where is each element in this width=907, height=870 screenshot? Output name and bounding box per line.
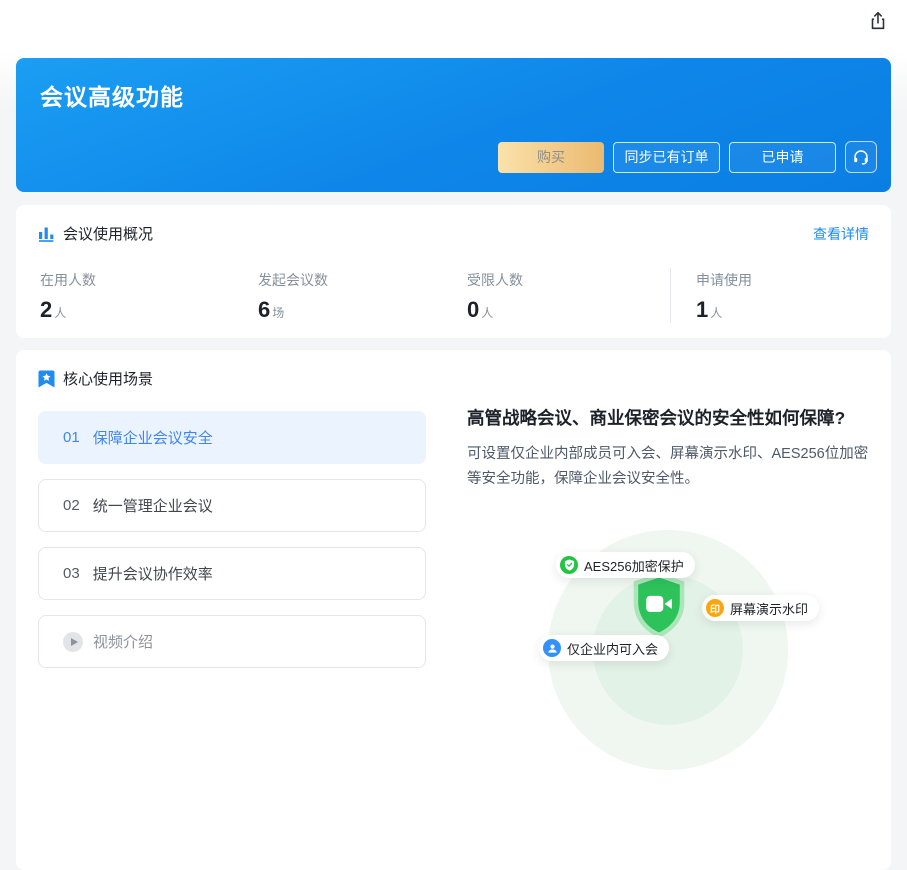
scenario-item-label: 保障企业会议安全 (93, 427, 213, 448)
scenario-list: 01 保障企业会议安全 02 统一管理企业会议 03 提升会议协作效率 视频介绍 (38, 411, 426, 683)
scenarios-card-header: 核心使用场景 (38, 368, 153, 389)
core-scenarios-card: 核心使用场景 01 保障企业会议安全 02 统一管理企业会议 03 提升会议协作… (16, 350, 891, 870)
usage-card-title: 会议使用概况 (63, 223, 153, 244)
badge-aes256: AES256加密保护 (556, 552, 695, 578)
stat-meetings-started: 发起会议数 6场 (258, 268, 467, 323)
stat-value: 2 (40, 297, 52, 322)
play-icon (63, 632, 83, 652)
scenario-question-heading: 高管战略会议、商业保密会议的安全性如何保障? (467, 405, 877, 430)
page: 会议高级功能 ¥40/人/年 购买 同步已有订单 已申请 (0, 0, 907, 681)
stat-label: 在用人数 (40, 270, 258, 290)
stat-label: 受限人数 (467, 270, 670, 290)
usage-card-header: 会议使用概况 (38, 223, 153, 244)
badge-label: 屏幕演示水印 (730, 599, 808, 618)
stat-unit: 场 (272, 306, 284, 320)
scenario-item-label: 统一管理企业会议 (93, 495, 213, 516)
video-intro-item[interactable]: 视频介绍 (38, 615, 426, 668)
share-button[interactable] (866, 10, 890, 34)
shield-check-icon (560, 556, 578, 574)
sync-orders-button[interactable]: 同步已有订单 (613, 142, 720, 173)
stat-value: 6 (258, 297, 270, 322)
stat-label: 发起会议数 (258, 270, 467, 290)
badge-watermark: 印 屏幕演示水印 (702, 595, 819, 621)
buy-button[interactable]: 购买 (498, 142, 604, 173)
bar-chart-icon (38, 225, 55, 242)
stat-active-users: 在用人数 2人 (40, 268, 258, 323)
scenario-answer-text: 可设置仅企业内部成员可入会、屏幕演示水印、AES256位加密等安全功能，保障企业… (467, 442, 875, 492)
stat-label: 申请使用 (696, 270, 870, 290)
scenario-item-number: 03 (63, 565, 80, 582)
hero-card: 会议高级功能 ¥40/人/年 购买 同步已有订单 已申请 (16, 58, 891, 192)
shield-camera-icon (627, 571, 691, 641)
stat-applied-users: 申请使用 1人 (670, 268, 870, 323)
security-shield-illustration (627, 571, 691, 641)
video-intro-label: 视频介绍 (93, 631, 153, 652)
top-bar (0, 0, 907, 45)
badge-label: 仅企业内可入会 (567, 639, 658, 658)
usage-stats: 在用人数 2人 发起会议数 6场 受限人数 0人 申请使用 1人 (40, 268, 870, 323)
usage-overview-card: 会议使用概况 查看详情 在用人数 2人 发起会议数 6场 受限人数 0人 申请使… (16, 205, 891, 338)
stat-restricted-users: 受限人数 0人 (467, 268, 670, 323)
stat-unit: 人 (710, 306, 722, 320)
applied-button[interactable]: 已申请 (729, 142, 836, 173)
stat-unit: 人 (481, 306, 493, 320)
badge-label: AES256加密保护 (584, 556, 684, 575)
scenarios-card-title: 核心使用场景 (63, 368, 153, 389)
badge-internal-only: 仅企业内可入会 (539, 635, 669, 661)
stat-value: 1 (696, 297, 708, 322)
support-button[interactable] (845, 141, 877, 173)
scenario-item-label: 提升会议协作效率 (93, 563, 213, 584)
scenario-item-management[interactable]: 02 统一管理企业会议 (38, 479, 426, 532)
page-title: 会议高级功能 (40, 78, 184, 112)
scenario-item-number: 02 (63, 497, 80, 514)
person-icon (543, 639, 561, 657)
scenario-item-efficiency[interactable]: 03 提升会议协作效率 (38, 547, 426, 600)
headset-icon (852, 148, 870, 166)
scenario-item-number: 01 (63, 429, 80, 446)
scenario-item-security[interactable]: 01 保障企业会议安全 (38, 411, 426, 464)
stamp-icon: 印 (706, 599, 724, 617)
share-icon (867, 10, 889, 32)
stat-value: 0 (467, 297, 479, 322)
stat-unit: 人 (54, 306, 66, 320)
hero-actions: 购买 同步已有订单 已申请 (498, 141, 877, 173)
bookmark-star-icon (38, 370, 55, 388)
view-details-link[interactable]: 查看详情 (813, 224, 869, 244)
